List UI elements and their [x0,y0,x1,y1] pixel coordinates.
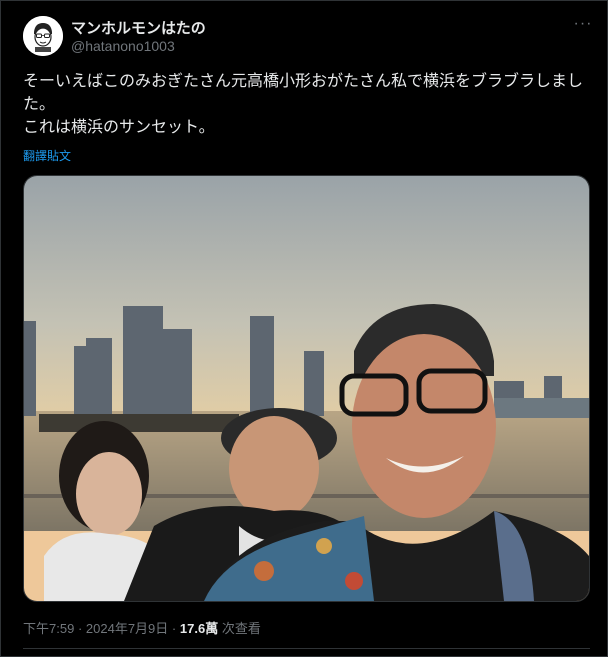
meta-separator-2: · [171,621,177,636]
post-text: そーいえばこのみおぎたさん元高橋小形おがたさん私で横浜をブラブラしました。 これ… [23,73,584,136]
avatar-face-illustration [23,16,63,56]
avatar[interactable] [23,16,63,56]
views-count: 17.6萬 [179,621,219,636]
author-display-name[interactable]: マンホルモンはたの [71,17,206,38]
post-header: マンホルモンはたの @hatanono1003 ··· [23,16,593,58]
post-time[interactable]: 下午7:59 [23,621,74,636]
post-meta: 下午7:59 · 2024年7月9日 · 17.6萬 次查看 [23,618,261,637]
divider [23,648,590,649]
sunset-selfie-image [24,176,589,601]
author-handle[interactable]: @hatanono1003 [71,38,175,54]
meta-separator: · [77,621,83,636]
translate-post-link[interactable]: 翻譯貼文 [23,147,71,164]
more-options-icon[interactable]: ··· [573,16,593,38]
views-label: 次查看 [221,621,261,636]
post-photo[interactable] [23,175,590,602]
post-date[interactable]: 2024年7月9日 [86,621,168,636]
